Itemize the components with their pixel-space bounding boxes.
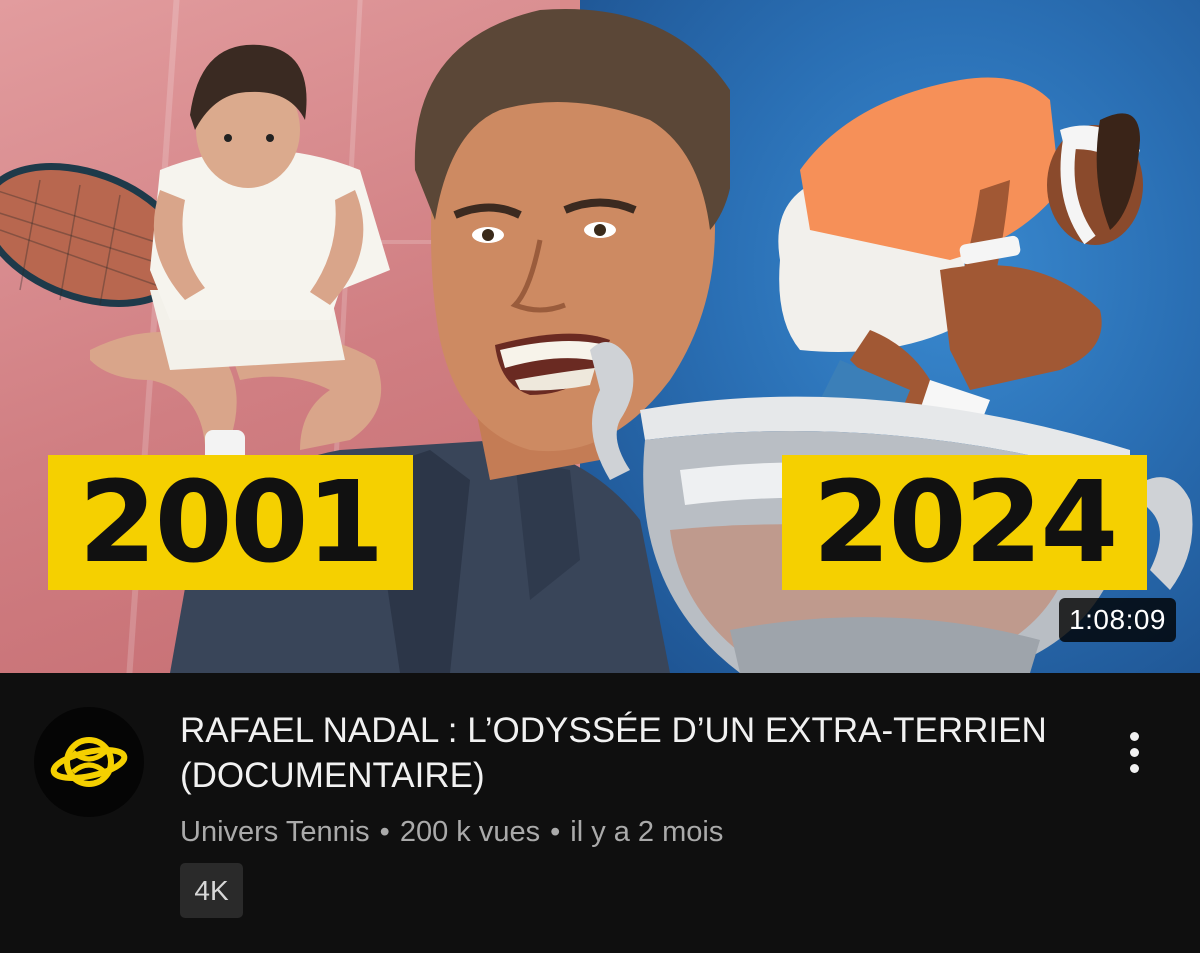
video-title[interactable]: RAFAEL NADAL : L’ODYSSÉE D’UN EXTRA-TERR…: [180, 708, 1080, 798]
view-count: 200 k vues: [399, 816, 541, 848]
quality-badge: 4K: [180, 863, 243, 918]
meta-separator: •: [379, 816, 390, 848]
channel-avatar[interactable]: [34, 707, 144, 817]
meta-separator: •: [550, 816, 561, 848]
upload-age: il y a 2 mois: [570, 816, 724, 848]
video-thumbnail[interactable]: 2001 2024 1:08:09: [0, 0, 1200, 673]
channel-name[interactable]: Univers Tennis: [180, 816, 370, 848]
video-metadata: Univers Tennis • 200 k vues • il y a 2 mois: [180, 812, 723, 852]
video-card[interactable]: 2001 2024 1:08:09 RAFAEL NADAL : L’ODYSS…: [0, 0, 1200, 953]
duration-badge: 1:08:09: [1059, 598, 1176, 642]
planet-tennis-ball-icon: [50, 737, 128, 787]
year-label-left: 2001: [48, 455, 413, 590]
more-options-button[interactable]: [1112, 722, 1156, 782]
more-vertical-icon: [1129, 731, 1139, 773]
year-label-right: 2024: [782, 455, 1147, 590]
